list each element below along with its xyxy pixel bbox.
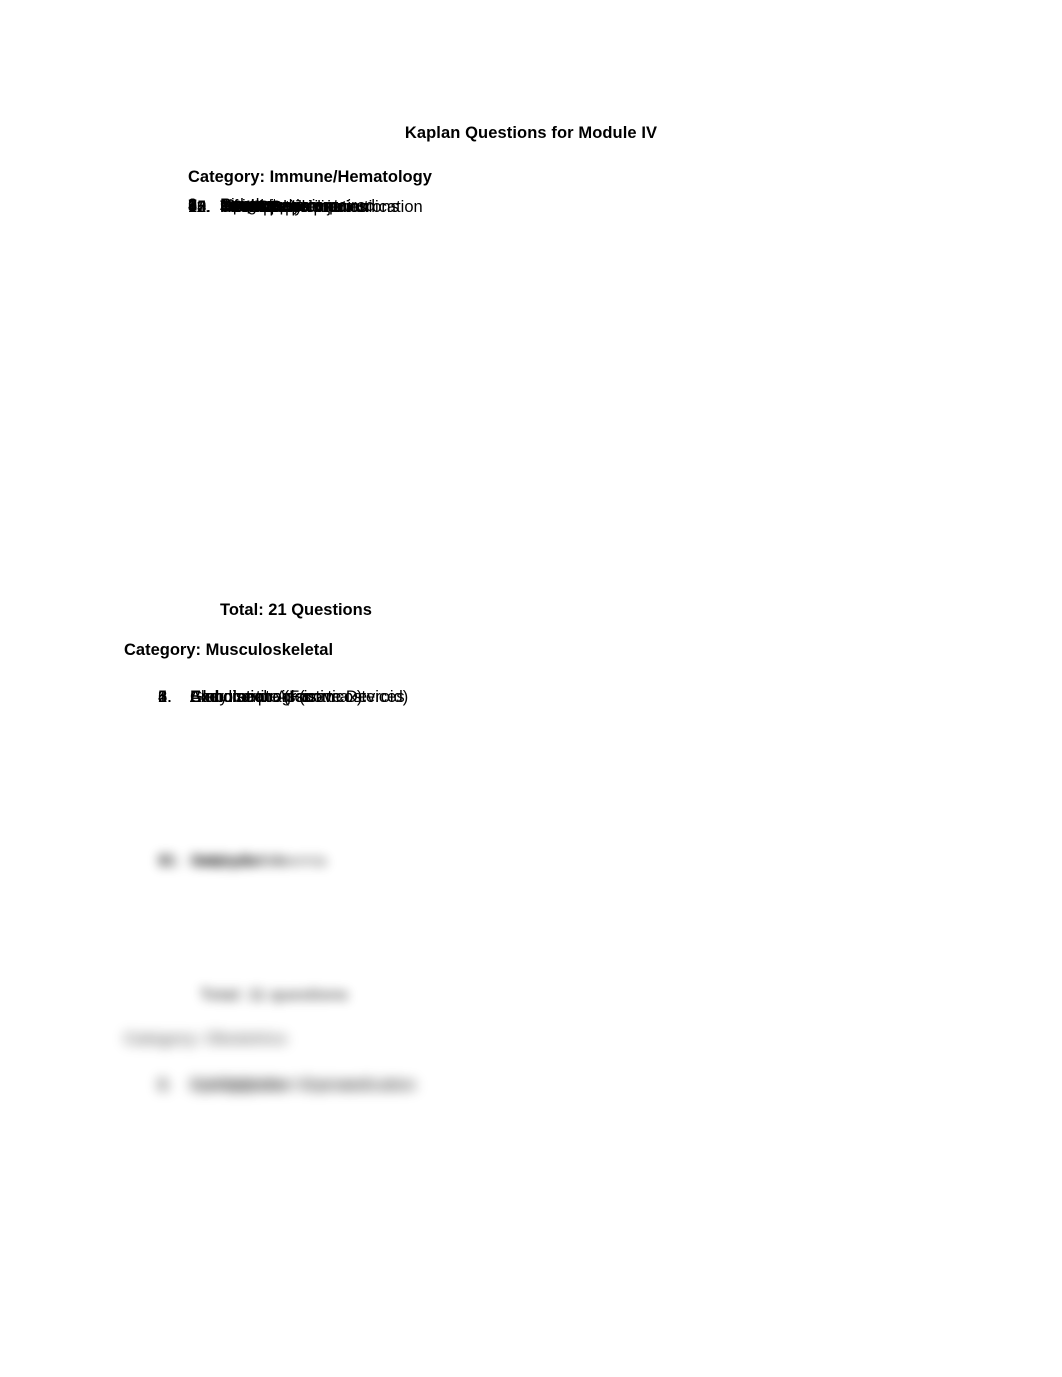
list-item-label: Therapeutic communication	[220, 198, 423, 216]
category-heading-musculoskeletal: Category: Musculoskeletal	[124, 641, 334, 659]
list-item-label: Sickle Cell Anemia	[190, 852, 327, 870]
list-item-number: 6.	[158, 1076, 172, 1094]
document-page: Kaplan Questions for Module IV Category:…	[0, 0, 1062, 1377]
list-item-number: 6.	[158, 688, 172, 706]
list-item-number: 11.	[158, 852, 180, 870]
total-questions-musculoskeletal-obscured: Total: 11 questions	[200, 986, 349, 1004]
category-heading-immune-hematology: Category: Immune/Hematology	[188, 168, 432, 186]
list-item-label: Eye Scabies	[190, 1076, 282, 1094]
list-item-number: 15.	[188, 198, 211, 216]
list-item-label: Glucocorticoid (corticosteroid)	[190, 688, 409, 706]
category-heading-third-obscured: Category: Obstetrics	[124, 1030, 288, 1048]
total-questions-immune-hematology: Total: 21 Questions	[220, 601, 372, 619]
page-title: Kaplan Questions for Module IV	[404, 124, 658, 142]
